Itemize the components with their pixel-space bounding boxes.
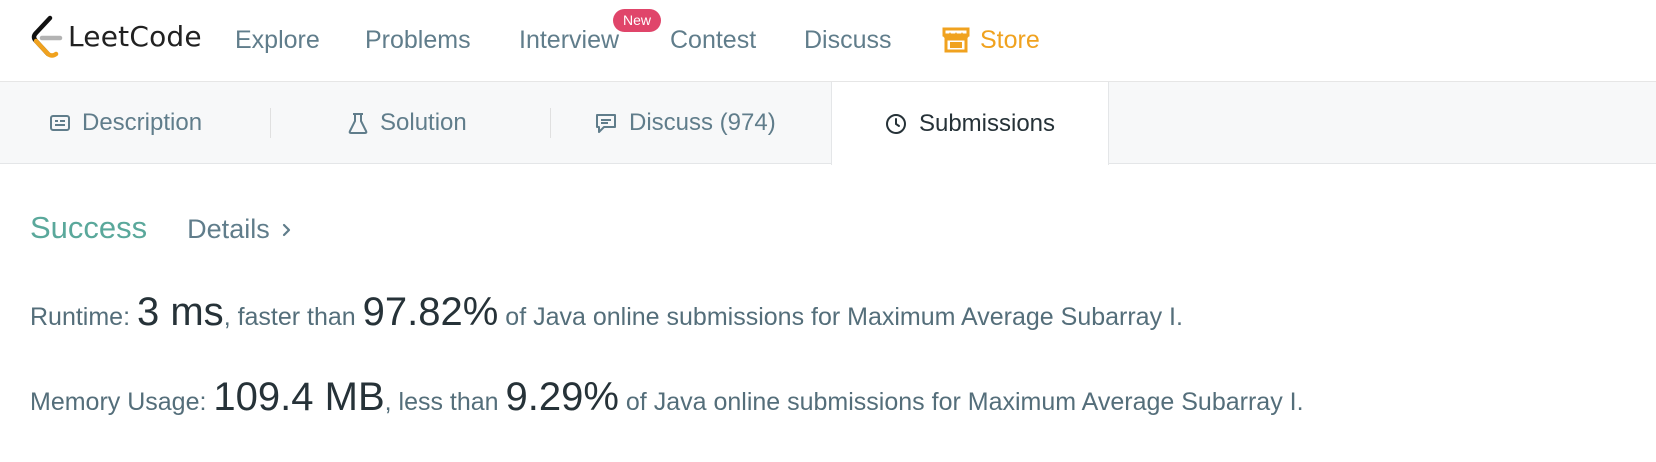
tab-discuss-label: Discuss (974) [629, 109, 776, 136]
memory-comparison-text: , less than [384, 388, 499, 416]
flask-icon [348, 113, 368, 134]
details-link[interactable]: Details [187, 214, 292, 245]
nav-store[interactable]: Store [942, 22, 1040, 58]
nav-contest[interactable]: Contest [670, 22, 756, 58]
submission-status-row: Success Details [30, 208, 292, 248]
tab-description-label: Description [82, 109, 203, 136]
nav-store-label: Store [980, 26, 1040, 54]
logo-link[interactable]: LeetCode [28, 14, 202, 58]
runtime-percentile: 97.82% [362, 290, 499, 334]
tab-discuss[interactable]: Discuss (974) [595, 82, 776, 164]
nav-discuss[interactable]: Discuss [804, 22, 892, 58]
memory-label: Memory Usage: [30, 388, 207, 416]
tab-description[interactable]: Description [50, 82, 202, 164]
nav-explore[interactable]: Explore [235, 22, 320, 58]
logo-text: LeetCode [68, 19, 202, 53]
tab-divider [550, 108, 551, 138]
tab-solution-label: Solution [380, 109, 467, 136]
nav-problems[interactable]: Problems [365, 22, 471, 58]
memory-tail-text: of Java online submissions for Maximum A… [625, 388, 1304, 416]
tab-submissions[interactable]: Submissions [831, 82, 1109, 165]
memory-stat: Memory Usage: 109.4 MB, less than 9.29% … [30, 375, 1304, 420]
description-icon [50, 115, 70, 131]
details-label: Details [187, 214, 270, 244]
runtime-stat: Runtime: 3 ms, faster than 97.82% of Jav… [30, 290, 1183, 335]
problem-tabbar: Description Solution Discuss (974) Submi… [0, 82, 1656, 165]
runtime-label: Runtime: [30, 303, 131, 331]
runtime-comparison-text: , faster than [223, 303, 356, 331]
comment-icon [596, 114, 616, 133]
leetcode-logo-icon [31, 15, 63, 58]
memory-percentile: 9.29% [505, 375, 619, 419]
tab-submissions-label: Submissions [918, 109, 1056, 137]
chevron-right-icon [282, 223, 290, 236]
status-text: Success [30, 210, 148, 245]
runtime-value: 3 ms [137, 290, 224, 334]
top-navbar: LeetCode Explore Problems Interview New … [0, 0, 1656, 82]
memory-value: 109.4 MB [213, 375, 385, 419]
runtime-tail-text: of Java online submissions for Maximum A… [505, 303, 1183, 331]
store-icon [942, 27, 970, 53]
nav-interview[interactable]: Interview [519, 22, 619, 58]
tab-solution[interactable]: Solution [348, 82, 467, 164]
tab-divider [270, 108, 271, 138]
new-badge: New [613, 9, 662, 32]
clock-icon [885, 113, 906, 134]
